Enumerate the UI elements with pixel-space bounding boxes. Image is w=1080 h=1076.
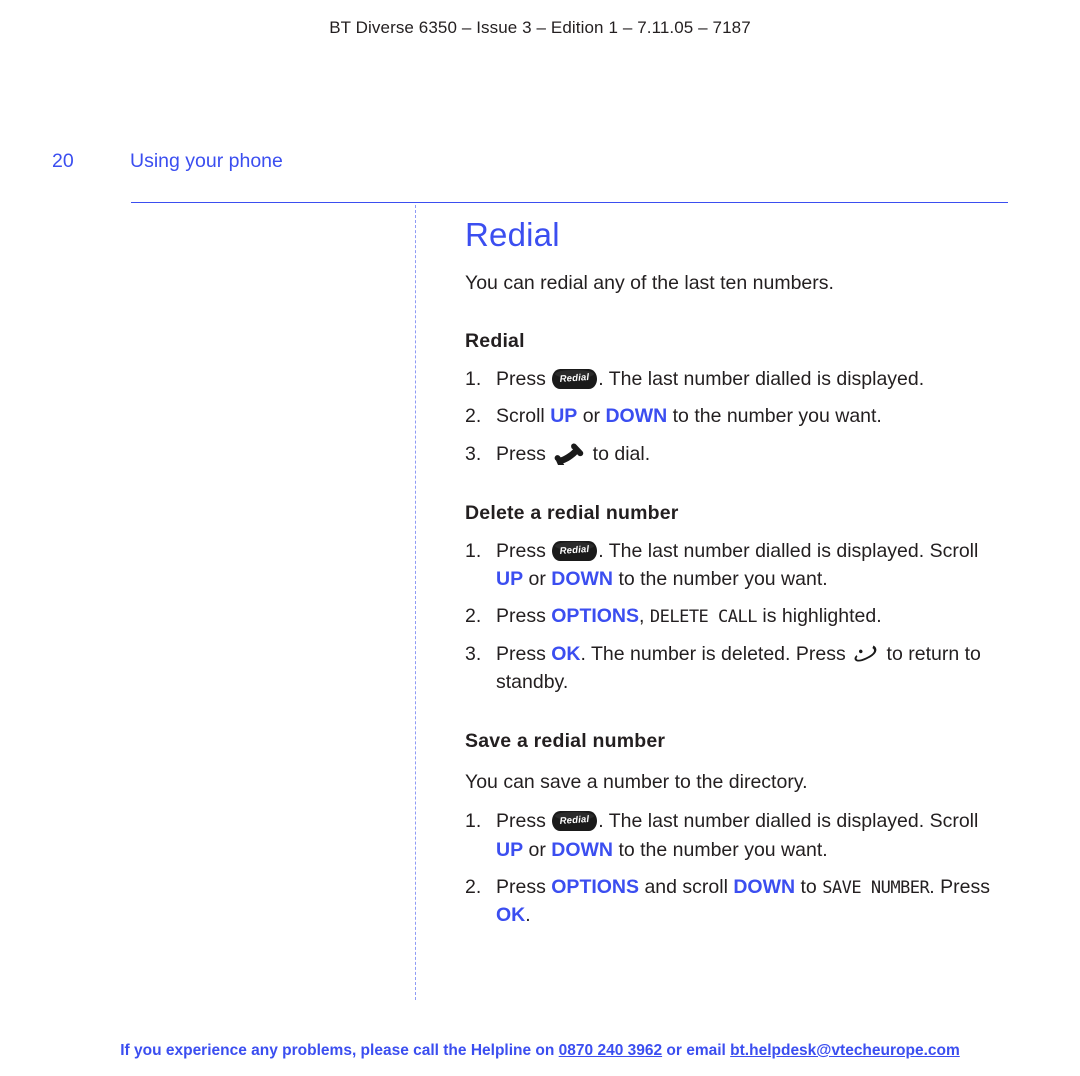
redial-key-icon: Redial (552, 369, 598, 390)
emphasis-key-label: UP (496, 568, 524, 591)
step-text: to the number you want. (613, 838, 828, 861)
document-header: BT Diverse 6350 – Issue 3 – Edition 1 – … (329, 18, 751, 37)
section-heading: Save a redial number (465, 730, 666, 753)
step-number: 1. (465, 810, 482, 833)
section-heading: Delete a redial number (465, 501, 679, 524)
emphasis-key-label: DOWN (733, 875, 796, 898)
emphasis-key-label: DOWN (605, 405, 668, 428)
step-number: 2. (465, 875, 482, 898)
step-number: 1. (465, 368, 482, 391)
section-heading: Redial (465, 330, 525, 353)
footer-phone: 0870 240 3962 (558, 1042, 663, 1059)
step-text: to (795, 875, 823, 898)
step-text: to dial. (587, 442, 651, 465)
step-text: . The last number dialled is displayed. … (598, 810, 979, 833)
running-head: 20 Using your phone (52, 150, 1012, 173)
step-text: . The last number dialled is displayed. (598, 368, 925, 391)
step-number: 3. (465, 442, 482, 465)
step-list: 1. Press Redial. The last number dialled … (465, 365, 1010, 468)
step-text: , (639, 605, 650, 628)
step-list: 1. Press Redial. The last number dialled … (465, 537, 1010, 696)
step-text: Press (496, 875, 552, 898)
step-item: 1. Press Redial. The last number dialled … (465, 537, 1010, 594)
step-text: or (523, 838, 552, 861)
step-number: 2. (465, 405, 482, 428)
step-text: Press (496, 442, 552, 465)
step-item: 2. Press OPTIONS and scroll DOWN to SAVE … (465, 873, 1010, 930)
step-text: is highlighted. (756, 605, 882, 628)
step-text: . The number is deleted. Press (580, 642, 852, 665)
step-text: Press (496, 368, 552, 391)
step-text: . Press (929, 875, 990, 898)
step-text: . (525, 904, 531, 927)
step-text: Press (496, 810, 552, 833)
step-text: to the number you want. (667, 405, 882, 428)
emphasis-key-label: OK (496, 904, 526, 927)
step-text: Press (496, 539, 552, 562)
emphasis-key-label: DOWN (551, 568, 614, 591)
step-text: and scroll (639, 875, 734, 898)
footer-helpline: If you experience any problems, please c… (0, 1042, 1080, 1060)
display-text: SAVE NUMBER (822, 877, 930, 898)
step-text: Press (496, 605, 552, 628)
step-list: 1. Press Redial. The last number dialled … (465, 807, 1010, 929)
step-number: 3. (465, 642, 482, 665)
intro-paragraph: You can redial any of the last ten numbe… (465, 272, 834, 294)
emphasis-key-label: DOWN (551, 838, 614, 861)
step-item: 1. Press Redial. The last number dialled … (465, 807, 1010, 864)
step-item: 3. Press to dial. (465, 440, 1010, 468)
emphasis-key-label: OK (551, 642, 581, 665)
emphasis-key-label: OPTIONS (551, 875, 640, 898)
step-text: Scroll (496, 405, 551, 428)
step-text: Press (496, 642, 552, 665)
sections-container: Redial 1. Press Redial. The last number di… (465, 330, 1010, 929)
section-lead-paragraph: You can save a number to the directory. (465, 771, 808, 794)
header-rule (131, 202, 1008, 203)
page-title: Redial (465, 216, 560, 253)
footer-middle: or email (662, 1042, 731, 1059)
main-content: Redial You can redial any of the last te… (465, 216, 1010, 929)
step-number: 2. (465, 605, 482, 628)
step-text: to the number you want. (613, 568, 828, 591)
footer-email[interactable]: bt.helpdesk@vtecheurope.com (730, 1042, 960, 1059)
redial-key-icon: Redial (552, 540, 598, 561)
emphasis-key-label: UP (550, 405, 578, 428)
emphasis-key-label: UP (496, 838, 524, 861)
step-number: 1. (465, 539, 482, 562)
step-text: or (523, 568, 552, 591)
footer-lead: If you experience any problems, please c… (120, 1042, 559, 1059)
step-item: 3. Press OK. The number is deleted. Press… (465, 640, 1010, 697)
step-item: 1. Press Redial. The last number dialled … (465, 365, 1010, 393)
section-title: Using your phone (130, 150, 283, 172)
page-number: 20 (52, 150, 74, 172)
step-text: . The last number dialled is displayed. … (598, 539, 979, 562)
display-text: DELETE CALL (649, 607, 758, 628)
end-call-icon (854, 645, 877, 662)
emphasis-key-label: OPTIONS (551, 605, 640, 628)
step-item: 2. Scroll UP or DOWN to the number you wa… (465, 402, 1010, 430)
talk-handset-icon (554, 443, 584, 465)
step-text: or (577, 405, 606, 428)
redial-key-icon: Redial (552, 811, 598, 832)
column-divider (415, 205, 417, 1000)
step-item: 2. Press OPTIONS, DELETE CALL is highligh… (465, 602, 1010, 630)
